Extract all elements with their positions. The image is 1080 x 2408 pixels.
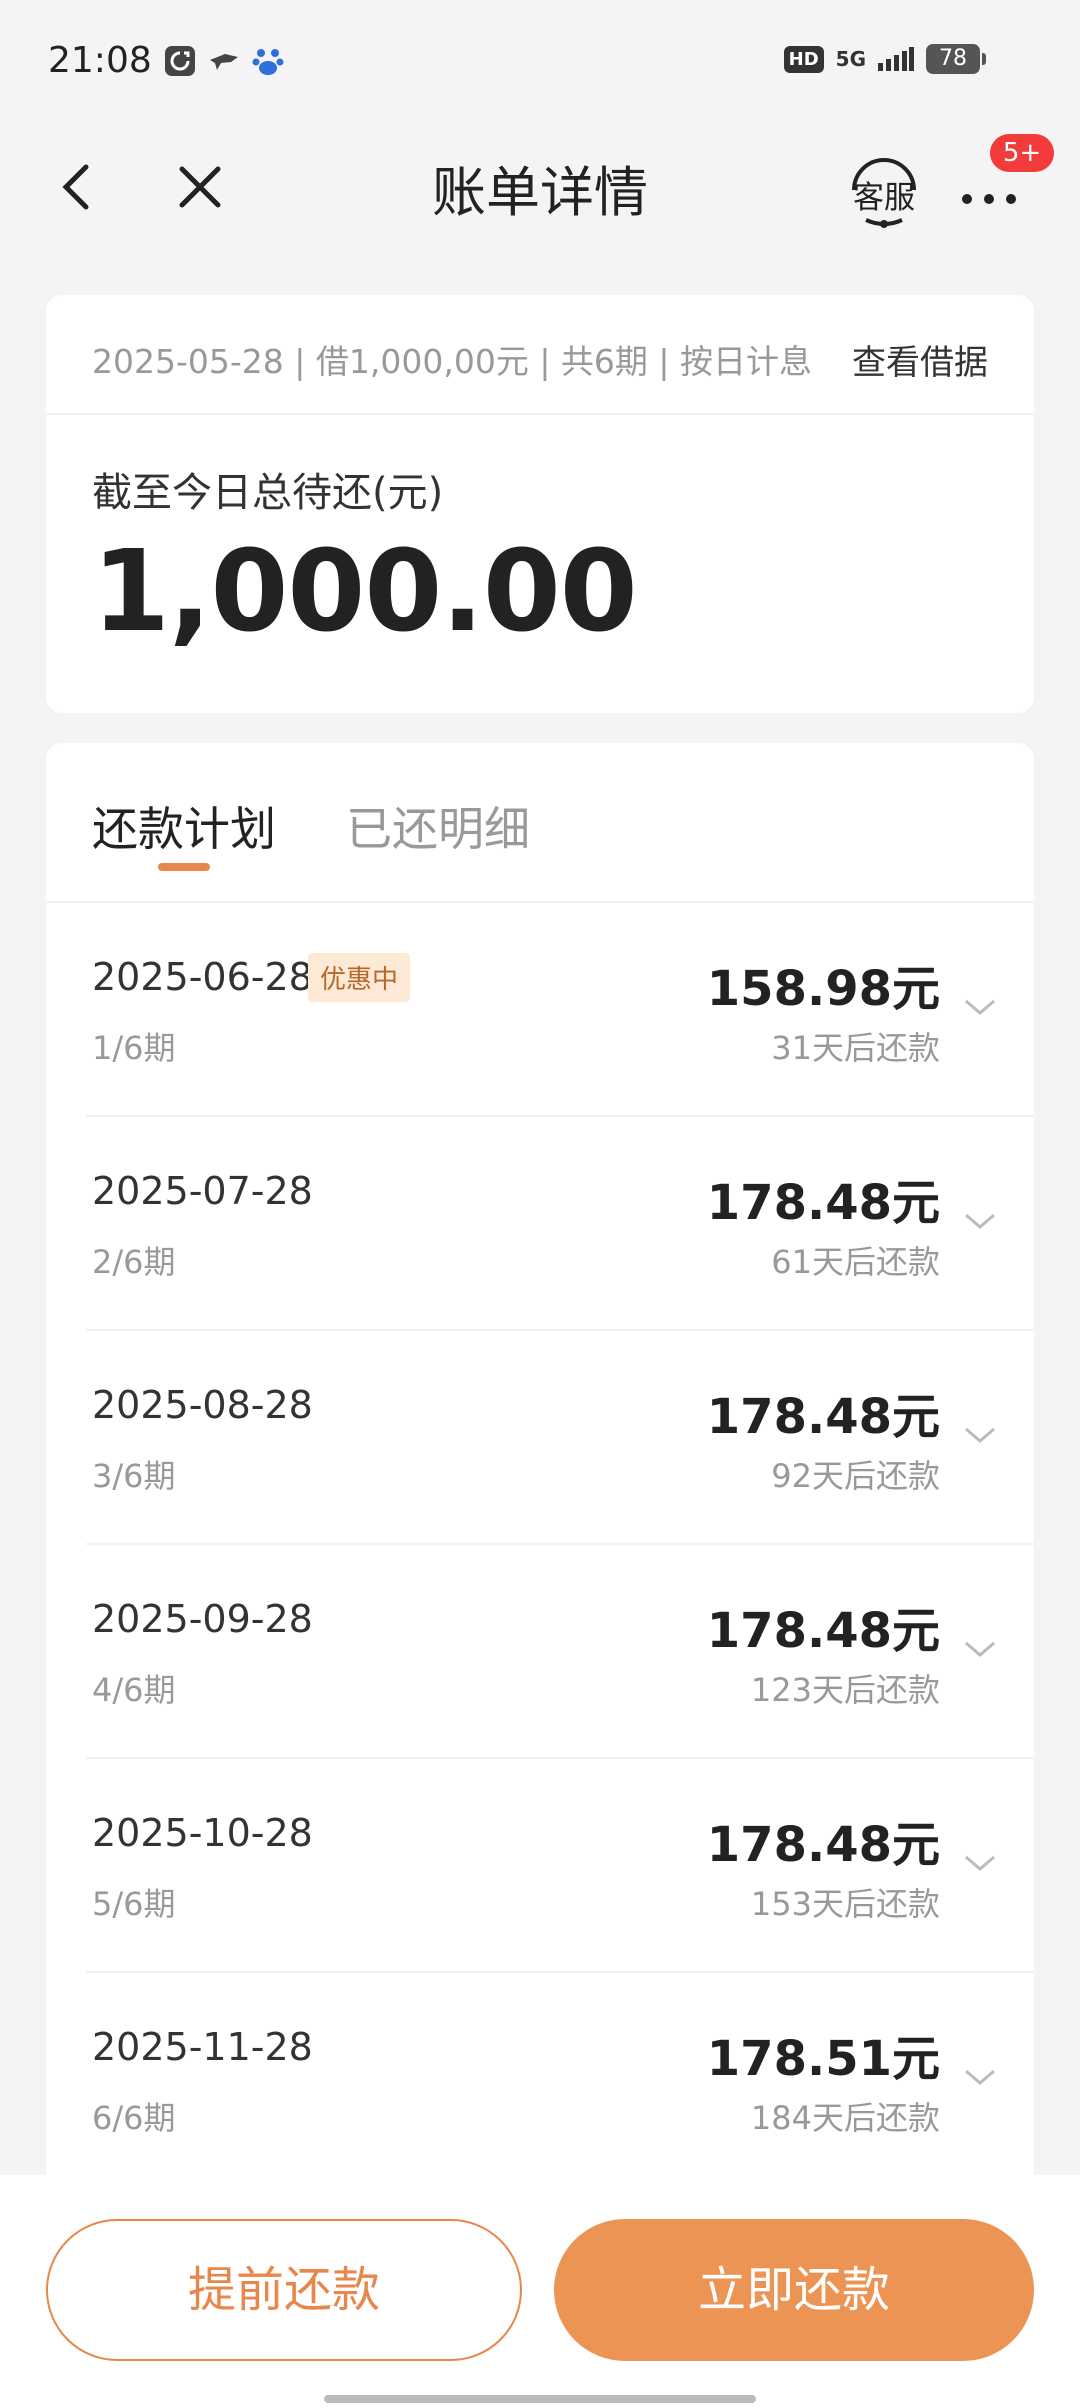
installment-amount: 178.51元 bbox=[706, 2031, 940, 2087]
signal-bars-icon bbox=[878, 47, 914, 71]
customer-service-label: 客服 bbox=[853, 180, 915, 216]
installment-term: 6/6期 bbox=[92, 2099, 176, 2137]
installment-date: 2025-08-28 bbox=[92, 1383, 313, 1427]
total-due-amount: 1,000.00 bbox=[92, 527, 638, 657]
customer-service-button[interactable]: 客服 bbox=[846, 150, 922, 230]
more-menu-button[interactable] bbox=[954, 168, 1024, 208]
battery-icon: 78 bbox=[926, 44, 986, 74]
installment-term: 2/6期 bbox=[92, 1243, 176, 1281]
installment-due-in: 184天后还款 bbox=[750, 2099, 940, 2137]
total-due-label: 截至今日总待还(元) bbox=[92, 470, 444, 516]
installment-date: 2025-10-28 bbox=[92, 1811, 313, 1855]
tab-repayment-plan[interactable]: 还款计划 bbox=[92, 793, 276, 859]
chevron-down-icon bbox=[965, 1641, 995, 1657]
installment-term: 1/6期 bbox=[92, 1029, 176, 1067]
divider bbox=[46, 413, 1034, 415]
promo-tag: 优惠中 bbox=[308, 953, 411, 1002]
home-indicator[interactable] bbox=[324, 2395, 756, 2403]
installment-amount: 178.48元 bbox=[706, 1389, 940, 1445]
installment-due-in: 123天后还款 bbox=[750, 1671, 940, 1709]
hd-icon: HD bbox=[783, 45, 824, 73]
more-icon bbox=[962, 194, 972, 204]
sync-app-icon bbox=[165, 46, 195, 76]
installment-term: 4/6期 bbox=[92, 1671, 176, 1709]
notification-badge: 5+ bbox=[990, 134, 1054, 172]
installment-term: 5/6期 bbox=[92, 1885, 176, 1923]
signal-5g-icon: 5G bbox=[835, 47, 866, 71]
tab-repaid-details[interactable]: 已还明细 bbox=[346, 793, 530, 859]
installment-due-in: 153天后还款 bbox=[750, 1885, 940, 1923]
tab-active-indicator bbox=[158, 863, 210, 871]
nav-bar: 账单详情 客服 5+ bbox=[0, 120, 1080, 250]
bottom-action-bar: 提前还款 立即还款 bbox=[0, 2175, 1080, 2408]
installment-date: 2025-07-28 bbox=[92, 1169, 313, 1213]
installment-amount: 178.48元 bbox=[706, 1817, 940, 1873]
loan-info: 2025-05-28 | 借1,000,00元 | 共6期 | 按日计息 bbox=[92, 342, 813, 381]
bird-app-icon bbox=[210, 54, 238, 70]
prepay-button[interactable]: 提前还款 bbox=[46, 2219, 522, 2361]
status-right-group: HD 5G 78 bbox=[783, 44, 986, 74]
installment-due-in: 61天后还款 bbox=[771, 1243, 940, 1281]
installment-row[interactable]: 2025-10-28 5/6期 178.48元 153天后还款 bbox=[46, 1759, 1034, 1973]
installment-date: 2025-11-28 bbox=[92, 2025, 313, 2069]
installment-date: 2025-06-28 bbox=[92, 955, 313, 999]
installment-amount: 178.48元 bbox=[706, 1603, 940, 1659]
chevron-down-icon bbox=[965, 2069, 995, 2085]
repayment-plan-card: 还款计划 已还明细 2025-06-28 优惠中 1/6期 158.98元 31… bbox=[46, 743, 1034, 2193]
installment-date: 2025-09-28 bbox=[92, 1597, 313, 1641]
chevron-down-icon bbox=[965, 999, 995, 1015]
installment-row[interactable]: 2025-06-28 优惠中 1/6期 158.98元 31天后还款 bbox=[46, 903, 1034, 1117]
status-time: 21:08 bbox=[48, 40, 152, 81]
repay-now-button[interactable]: 立即还款 bbox=[554, 2219, 1034, 2361]
installment-amount: 158.98元 bbox=[706, 961, 940, 1017]
installment-row[interactable]: 2025-08-28 3/6期 178.48元 92天后还款 bbox=[46, 1331, 1034, 1545]
installment-row[interactable]: 2025-07-28 2/6期 178.48元 61天后还款 bbox=[46, 1117, 1034, 1331]
chevron-down-icon bbox=[965, 1427, 995, 1443]
baidu-paw-icon bbox=[252, 49, 284, 75]
installment-due-in: 92天后还款 bbox=[771, 1457, 940, 1495]
view-loan-note-link[interactable]: 查看借据 bbox=[852, 335, 988, 384]
installment-amount: 178.48元 bbox=[706, 1175, 940, 1231]
chevron-down-icon bbox=[965, 1213, 995, 1229]
installment-term: 3/6期 bbox=[92, 1457, 176, 1495]
installment-row[interactable]: 2025-11-28 6/6期 178.51元 184天后还款 bbox=[46, 1973, 1034, 2187]
installment-due-in: 31天后还款 bbox=[771, 1029, 940, 1067]
installment-row[interactable]: 2025-09-28 4/6期 178.48元 123天后还款 bbox=[46, 1545, 1034, 1759]
bill-summary-card: 2025-05-28 | 借1,000,00元 | 共6期 | 按日计息 查看借… bbox=[46, 295, 1034, 713]
chevron-down-icon bbox=[965, 1855, 995, 1871]
status-bar: 21:08 HD 5G 78 bbox=[0, 0, 1080, 120]
